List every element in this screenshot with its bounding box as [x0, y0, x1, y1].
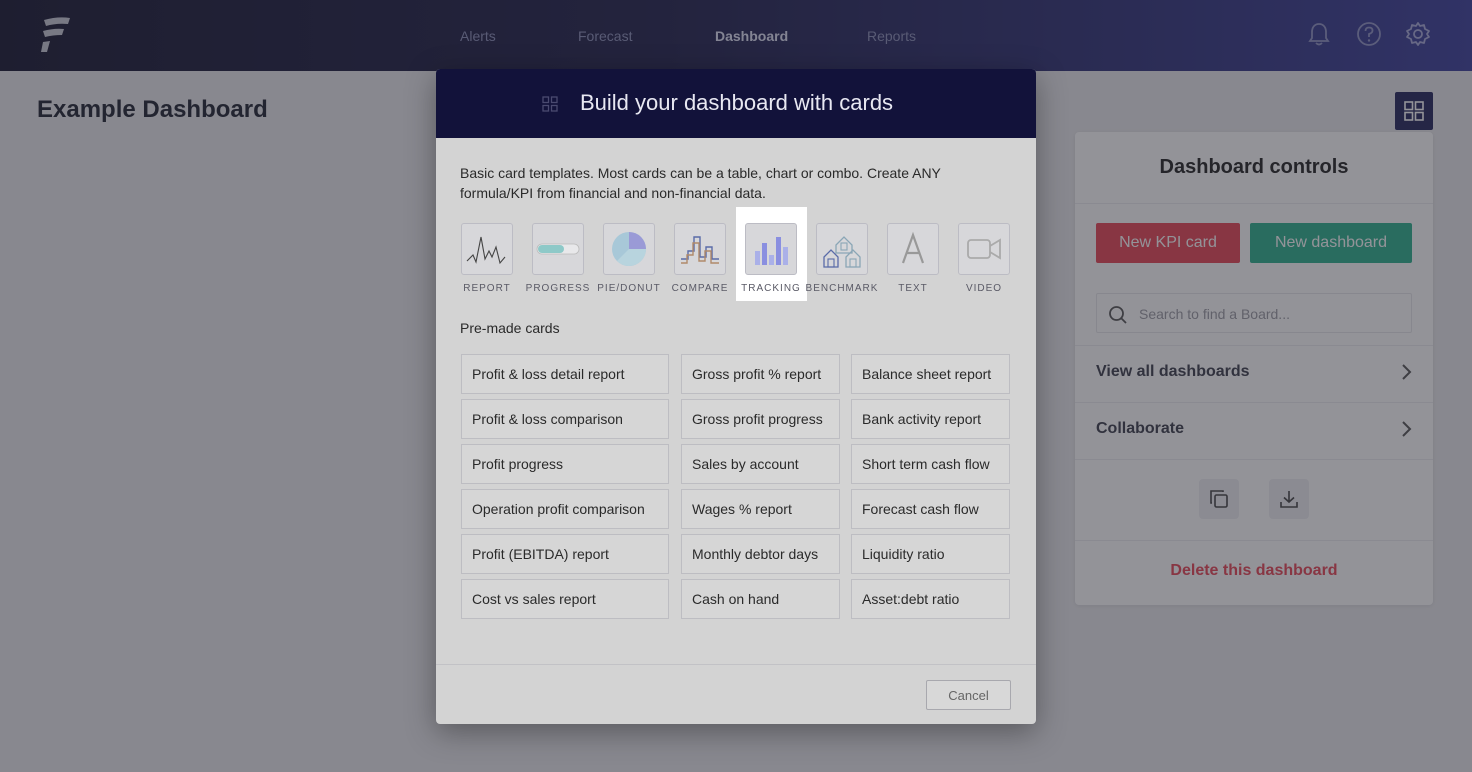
premade-cards-heading: Pre-made cards: [460, 320, 560, 336]
report-line-icon: [466, 236, 506, 265]
template-text-label: TEXT: [898, 283, 928, 294]
template-benchmark[interactable]: [816, 223, 868, 279]
premade-card[interactable]: Monthly debtor days: [681, 534, 840, 574]
premade-card[interactable]: Sales by account: [681, 444, 840, 484]
template-report-label: REPORT: [463, 283, 511, 294]
premade-card[interactable]: Profit (EBITDA) report: [461, 534, 669, 574]
premade-card[interactable]: Asset:debt ratio: [851, 579, 1010, 619]
modal-footer-divider: [436, 664, 1036, 665]
video-camera-icon: [967, 238, 1001, 260]
modal-title: Build your dashboard with cards: [580, 90, 894, 115]
template-pie-donut[interactable]: [603, 223, 655, 279]
template-report[interactable]: [461, 223, 513, 279]
pie-chart-icon: [612, 232, 646, 266]
premade-card[interactable]: Balance sheet report: [851, 354, 1010, 394]
template-compare[interactable]: [674, 223, 726, 279]
houses-icon: [823, 236, 861, 268]
compare-icon: [681, 236, 719, 264]
template-progress[interactable]: [532, 223, 584, 279]
premade-card[interactable]: Gross profit progress: [681, 399, 840, 439]
template-compare-label: COMPARE: [671, 283, 729, 294]
template-text[interactable]: [887, 223, 939, 279]
template-progress-label: PROGRESS: [525, 283, 591, 294]
template-video-label: VIDEO: [965, 283, 1003, 294]
template-video[interactable]: [958, 223, 1010, 279]
text-icon: [901, 231, 925, 264]
premade-card[interactable]: Profit progress: [461, 444, 669, 484]
premade-card[interactable]: Profit & loss detail report: [461, 354, 669, 394]
premade-card[interactable]: Forecast cash flow: [851, 489, 1010, 529]
premade-card[interactable]: Operation profit comparison: [461, 489, 669, 529]
template-pie-donut-label: PIE/DONUT: [597, 283, 661, 294]
modal-intro-text: Basic card templates. Most cards can be …: [460, 165, 941, 201]
grid-icon: [542, 96, 558, 112]
premade-card[interactable]: Cost vs sales report: [461, 579, 669, 619]
bar-chart-icon: [755, 237, 788, 265]
premade-card[interactable]: Wages % report: [681, 489, 840, 529]
premade-card[interactable]: Gross profit % report: [681, 354, 840, 394]
cancel-button[interactable]: Cancel: [926, 680, 1011, 710]
progress-bar-icon: [536, 243, 580, 255]
premade-card[interactable]: Profit & loss comparison: [461, 399, 669, 439]
premade-card[interactable]: Cash on hand: [681, 579, 840, 619]
premade-card[interactable]: Bank activity report: [851, 399, 1010, 439]
premade-card[interactable]: Liquidity ratio: [851, 534, 1010, 574]
template-tracking[interactable]: [745, 223, 797, 279]
template-benchmark-label: BENCHMARK: [805, 283, 879, 294]
template-tracking-label: TRACKING: [741, 283, 801, 294]
build-dashboard-modal: Build your dashboard with cards Basic ca…: [436, 69, 1036, 724]
modal-header: Build your dashboard with cards: [436, 69, 1036, 138]
premade-card[interactable]: Short term cash flow: [851, 444, 1010, 484]
